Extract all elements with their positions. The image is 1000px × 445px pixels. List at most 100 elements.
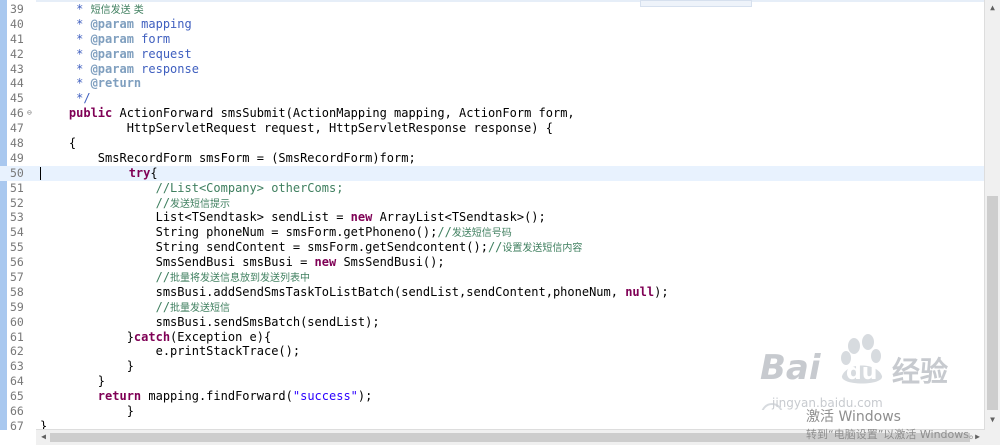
code-token: @param: [90, 16, 134, 31]
code-text[interactable]: public ActionForward smsSubmit(ActionMap…: [40, 106, 575, 121]
code-token: 短信发送 类: [90, 5, 144, 16]
code-text[interactable]: }catch(Exception e){: [40, 329, 272, 345]
code-token: //List<Company> otherComs;: [155, 180, 344, 195]
code-text[interactable]: List<TSendtask> sendList = new ArrayList…: [40, 210, 546, 225]
code-text[interactable]: SmsRecordForm smsForm = (SmsRecordForm)f…: [40, 151, 416, 166]
code-text[interactable]: }: [40, 359, 134, 374]
code-line[interactable]: 52 //发送短信提示: [0, 196, 985, 211]
code-line[interactable]: 39 * 短信发送 类: [0, 2, 985, 17]
code-token: );: [654, 284, 669, 299]
code-line[interactable]: 45 */: [0, 91, 985, 106]
line-number: 50: [10, 165, 24, 180]
line-number: 40: [10, 16, 24, 31]
code-line[interactable]: 53 List<TSendtask> sendList = new ArrayL…: [0, 210, 985, 225]
code-token: *: [40, 46, 91, 61]
code-text[interactable]: return mapping.findForward("success");: [40, 389, 373, 404]
code-line[interactable]: 59 //批量发送短信: [0, 300, 985, 315]
code-line[interactable]: 47 HttpServletRequest request, HttpServl…: [0, 121, 985, 136]
watermark-brand-du: du: [846, 360, 878, 385]
line-number: 51: [10, 180, 24, 195]
code-line[interactable]: 50 try{: [0, 165, 985, 181]
code-line[interactable]: 41 * @param form: [0, 32, 985, 47]
code-token: *: [40, 2, 91, 16]
code-token: }: [40, 329, 134, 344]
scroll-up-icon[interactable]: ▲: [985, 2, 1000, 14]
code-line[interactable]: 42 * @param request: [0, 47, 985, 62]
watermark-brand-cn: 经验: [892, 355, 949, 388]
scroll-down-icon[interactable]: ▼: [985, 414, 1000, 426]
code-text[interactable]: * @param form: [40, 32, 170, 47]
code-token: @param: [90, 31, 134, 46]
line-number: 61: [10, 329, 24, 344]
code-text[interactable]: e.printStackTrace();: [40, 344, 301, 359]
code-token: */: [40, 91, 91, 106]
code-line[interactable]: 58 smsBusi.addSendSmsTaskToListBatch(sen…: [0, 285, 985, 300]
code-text[interactable]: * @return: [40, 76, 141, 91]
code-line[interactable]: 51 //List<Company> otherComs;: [0, 181, 985, 196]
code-token: //: [155, 195, 171, 210]
code-text[interactable]: * @param request: [40, 47, 192, 62]
code-text[interactable]: * @param mapping: [40, 17, 192, 32]
code-token: }: [40, 374, 106, 389]
line-number: 55: [10, 240, 24, 255]
code-token: HttpServletRequest request, HttpServletR…: [40, 121, 553, 136]
line-number: 66: [10, 404, 24, 419]
code-line[interactable]: 57 //批量将发送信息放到发送列表中: [0, 270, 985, 285]
line-number: 44: [10, 76, 24, 91]
code-line[interactable]: 44 * @return: [0, 76, 985, 91]
code-text[interactable]: smsBusi.sendSmsBatch(sendList);: [40, 315, 380, 330]
code-line[interactable]: 40 * @param mapping: [0, 17, 985, 32]
code-line[interactable]: 49 SmsRecordForm smsForm = (SmsRecordFor…: [0, 151, 985, 166]
code-text[interactable]: }: [40, 404, 134, 419]
code-token: e.printStackTrace();: [40, 344, 301, 359]
code-line[interactable]: 43 * @param response: [0, 62, 985, 77]
code-line[interactable]: 46 ⊖ public ActionForward smsSubmit(Actio…: [0, 106, 985, 121]
code-token: try: [128, 165, 151, 180]
code-text[interactable]: //List<Company> otherComs;: [40, 180, 344, 196]
line-number: 48: [10, 136, 24, 151]
code-line[interactable]: 60 smsBusi.sendSmsBatch(sendList);: [0, 315, 985, 330]
code-token: String sendContent = smsForm.getSendcont…: [40, 240, 488, 255]
code-text[interactable]: HttpServletRequest request, HttpServletR…: [40, 121, 553, 136]
code-token: @return: [90, 76, 142, 91]
code-token: new: [350, 210, 373, 225]
code-line[interactable]: 55 String sendContent = smsForm.getSendc…: [0, 240, 985, 255]
line-number: 59: [10, 299, 24, 314]
code-line[interactable]: 48 {: [0, 136, 985, 151]
code-line[interactable]: 56 SmsSendBusi smsBusi = new SmsSendBusi…: [0, 255, 985, 270]
code-text[interactable]: * @param response: [40, 62, 199, 77]
line-number: 41: [10, 31, 24, 46]
line-number: 39: [10, 2, 24, 16]
line-number: 60: [10, 314, 24, 329]
code-token: SmsSendBusi();: [336, 255, 445, 270]
code-text[interactable]: smsBusi.addSendSmsTaskToListBatch(sendLi…: [40, 285, 669, 300]
code-text[interactable]: }: [40, 374, 105, 389]
code-text[interactable]: try{: [40, 166, 158, 181]
code-token: @param: [90, 61, 134, 76]
code-text[interactable]: */: [40, 91, 91, 106]
code-token: //: [437, 225, 452, 240]
code-token: *: [40, 16, 91, 31]
code-token: List<TSendtask> sendList =: [40, 210, 351, 225]
activate-windows-title: 激活 Windows: [806, 409, 901, 425]
code-token: smsBusi.addSendSmsTaskToListBatch(sendLi…: [40, 284, 626, 299]
scroll-left-icon[interactable]: ◀: [36, 431, 51, 443]
code-line[interactable]: 54 String phoneNum = smsForm.getPhoneno(…: [0, 225, 985, 240]
code-token: {: [40, 136, 77, 151]
code-token: smsBusi.sendSmsBatch(sendList);: [40, 314, 380, 329]
code-token: response: [133, 61, 199, 76]
code-text[interactable]: {: [40, 136, 76, 151]
fold-toggle-icon[interactable]: ⊖: [27, 106, 32, 121]
code-text[interactable]: SmsSendBusi smsBusi = new SmsSendBusi();: [40, 255, 445, 270]
line-number: 52: [10, 195, 24, 210]
code-token: //: [155, 270, 171, 285]
line-number: 56: [10, 255, 24, 270]
line-number: 62: [10, 344, 24, 359]
code-token: 设置发送短信内容: [502, 243, 583, 255]
line-number: 43: [10, 61, 24, 76]
